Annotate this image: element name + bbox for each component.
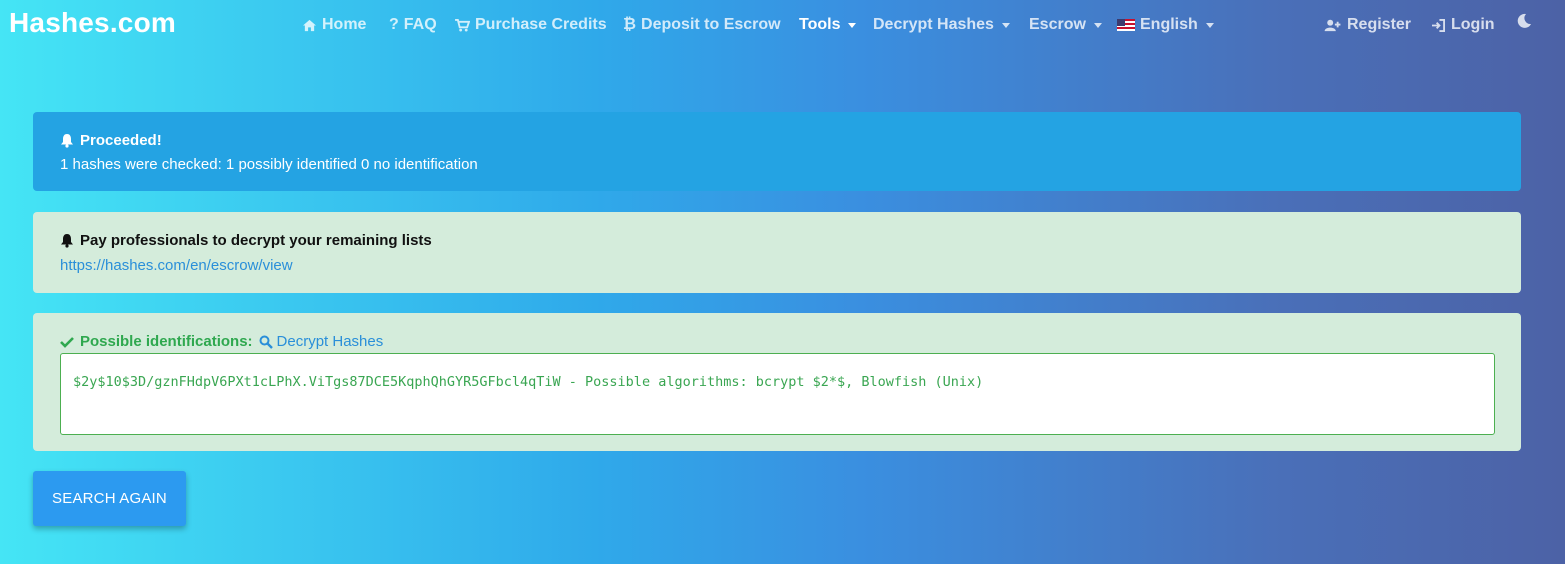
decrypt-hashes-link-label: Decrypt Hashes	[276, 333, 384, 350]
bitcoin-icon: ₿	[623, 16, 637, 33]
dark-mode-toggle[interactable]	[1516, 13, 1532, 29]
proceeded-title-row: Proceeded!	[60, 132, 162, 149]
nav-login-label: Login	[1451, 16, 1495, 33]
bell-icon	[60, 233, 74, 248]
nav-faq[interactable]: ? FAQ	[389, 16, 437, 34]
check-icon	[60, 336, 74, 348]
nav-register-label: Register	[1347, 16, 1412, 33]
escrow-promo-alert: Pay professionals to decrypt your remain…	[33, 212, 1521, 293]
nav-register[interactable]: Register	[1324, 16, 1411, 34]
cart-icon	[455, 18, 470, 32]
proceeded-title: Proceeded!	[80, 132, 162, 149]
decrypt-hashes-link[interactable]: Decrypt Hashes	[259, 333, 384, 350]
search-icon	[259, 335, 273, 349]
chevron-down-icon	[848, 22, 857, 28]
nav-escrow-dropdown[interactable]: Escrow	[1029, 16, 1102, 34]
home-icon	[302, 19, 317, 32]
nav-deposit-label: Deposit to Escrow	[641, 16, 781, 33]
question-icon: ?	[389, 16, 399, 33]
nav-home-label: Home	[322, 16, 367, 33]
nav-purchase-label: Purchase Credits	[475, 16, 607, 33]
nav-deposit-escrow[interactable]: ₿ Deposit to Escrow	[623, 16, 781, 34]
chevron-down-icon	[1093, 22, 1102, 28]
nav-purchase-credits[interactable]: Purchase Credits	[455, 16, 607, 34]
promo-title-row: Pay professionals to decrypt your remain…	[60, 232, 432, 249]
flag-us-icon	[1117, 19, 1135, 31]
moon-icon	[1516, 13, 1532, 29]
nav-decrypt-dropdown[interactable]: Decrypt Hashes	[873, 16, 1010, 34]
chevron-down-icon	[1205, 22, 1214, 28]
nav-decrypt-label: Decrypt Hashes	[873, 16, 994, 33]
nav-language-dropdown[interactable]: English	[1117, 16, 1214, 34]
search-again-button[interactable]: SEARCH AGAIN	[33, 471, 186, 526]
brand-logo[interactable]: Hashes.com	[9, 7, 176, 39]
nav-faq-label: FAQ	[403, 16, 437, 33]
proceeded-alert: Proceeded! 1 hashes were checked: 1 poss…	[33, 112, 1521, 191]
nav-escrow-label: Escrow	[1029, 16, 1086, 33]
escrow-view-link[interactable]: https://hashes.com/en/escrow/view	[60, 257, 293, 274]
proceeded-text: 1 hashes were checked: 1 possibly identi…	[60, 156, 478, 173]
nav-tools-label: Tools	[799, 16, 841, 33]
nav-home[interactable]: Home	[302, 16, 366, 34]
nav-login[interactable]: Login	[1431, 16, 1495, 34]
nav-tools-dropdown[interactable]: Tools	[799, 16, 857, 34]
bell-icon	[60, 133, 74, 148]
identifications-alert: Possible identifications: Decrypt Hashes…	[33, 313, 1521, 451]
user-plus-icon	[1324, 19, 1342, 32]
navbar: Hashes.com Home ? FAQ Purchase Credits ₿…	[0, 0, 1565, 50]
chevron-down-icon	[1001, 22, 1010, 28]
promo-title: Pay professionals to decrypt your remain…	[80, 232, 432, 249]
nav-language-label: English	[1140, 16, 1198, 33]
hash-result-box[interactable]: $2y$10$3D/gznFHdpV6PXt1cLPhX.ViTgs87DCE5…	[60, 353, 1495, 435]
ident-title: Possible identifications:	[80, 333, 253, 350]
ident-title-row: Possible identifications: Decrypt Hashes	[60, 333, 383, 350]
sign-in-icon	[1431, 18, 1446, 32]
